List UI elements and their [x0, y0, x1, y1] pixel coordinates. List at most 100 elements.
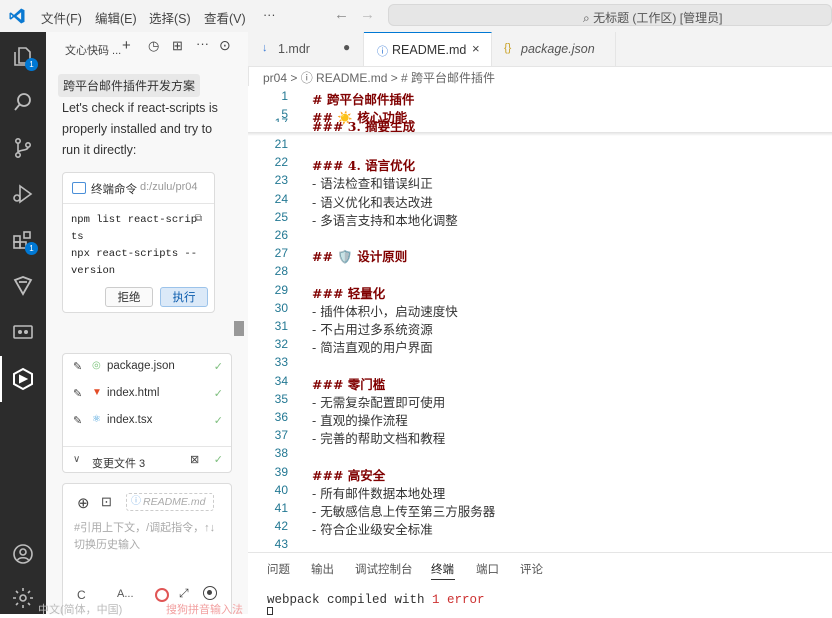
markdown-list-item[interactable]: - 插件体积小，启动速度快: [312, 301, 458, 320]
chat-sidebar: 文心快码 ... + ◷ ⊞ ··· ⊙ 跨平台邮件插件开发方案 Let's c…: [46, 32, 249, 614]
edit-pencil-icon: ✎: [73, 388, 83, 400]
model-selector[interactable]: A...: [117, 588, 134, 600]
markdown-list-item[interactable]: - 符合企业级安全标准: [312, 519, 433, 538]
tab-comments[interactable]: 评论: [520, 561, 543, 577]
extensions-badge: 1: [25, 242, 38, 255]
expand-icon[interactable]: ⤢: [179, 586, 189, 601]
markdown-list-item[interactable]: - 无敏感信息上传至第三方服务器: [312, 501, 495, 520]
markdown-list-item[interactable]: - 直观的操作流程: [312, 410, 408, 429]
close-icon[interactable]: ×: [472, 41, 480, 56]
tab-1-mdr[interactable]: ↓ 1.mdr ●: [248, 32, 364, 66]
markdown-list-item[interactable]: - 完善的帮助文档和教程: [312, 428, 445, 447]
chat-input-placeholder[interactable]: #引用上下文，/调起指令，↑↓切换历史输入: [74, 520, 224, 554]
markdown-list-item[interactable]: - 所有邮件数据本地处理: [312, 483, 445, 502]
unsaved-dot-icon[interactable]: ●: [343, 40, 350, 54]
run-button[interactable]: 执行: [160, 287, 208, 307]
markdown-heading[interactable]: ### 高安全: [312, 465, 385, 484]
terminal-output[interactable]: webpack compiled with 1 error: [267, 593, 485, 607]
line-number: 31: [274, 319, 288, 333]
changed-files-card: ✎ ◎ package.json ✓ ✎ ▼ index.html ✓ ✎ ⚛ …: [62, 353, 232, 473]
edit-pencil-icon: ✎: [73, 361, 83, 373]
line-number: 28: [274, 264, 288, 278]
file-row[interactable]: ✎ ▼ index.html ✓: [63, 381, 231, 408]
context-chip[interactable]: ⓘ README.md: [126, 493, 214, 511]
send-icon[interactable]: [203, 586, 217, 600]
reject-all-icon[interactable]: ⊠: [190, 453, 199, 466]
account-icon[interactable]: [0, 534, 46, 574]
more-icon[interactable]: ···: [196, 36, 209, 51]
image-icon[interactable]: ⊡: [101, 494, 112, 510]
user-icon[interactable]: ⊙: [219, 37, 231, 54]
tab-output[interactable]: 输出: [311, 561, 334, 577]
npm-icon: ◎: [92, 360, 101, 371]
markdown-heading[interactable]: ## 🛡️ 设计原则: [312, 246, 407, 265]
info-icon: ⓘ: [377, 46, 388, 58]
markdown-list-item[interactable]: - 简洁直观的用户界面: [312, 337, 433, 356]
copy-icon[interactable]: ⧉: [195, 213, 202, 224]
terminal-view-icon[interactable]: [0, 312, 46, 352]
line-number: 34: [274, 374, 288, 388]
markdown-list-item[interactable]: - 不占用过多系统资源: [312, 319, 433, 338]
line-number: 26: [274, 228, 288, 242]
mode-selector[interactable]: C: [77, 588, 86, 602]
line-number: 39: [274, 465, 288, 479]
menu-file[interactable]: 文件(F): [41, 8, 82, 27]
terminal-card-path: d:/zulu/pr04: [140, 181, 198, 193]
source-control-icon[interactable]: [0, 128, 46, 168]
tab-readme[interactable]: ⓘ README.md ×: [364, 32, 492, 66]
command-line: npx react-scripts --version: [71, 248, 198, 277]
command-center[interactable]: ⌕ 无标题 (工作区) [管理员]: [388, 4, 832, 26]
line-number: 33: [274, 355, 288, 369]
terminal-card-label: 终端命令: [91, 184, 137, 196]
ai-assistant-icon[interactable]: [0, 356, 46, 402]
breadcrumb[interactable]: pr04 > ⓘ README.md > # 跨平台邮件插件: [263, 69, 495, 86]
terminal-icon: [72, 182, 86, 194]
forward-arrow-icon[interactable]: →: [360, 6, 375, 23]
tab-ports[interactable]: 端口: [476, 561, 499, 577]
sticky-heading[interactable]: # 跨平台邮件插件: [312, 89, 414, 108]
accept-all-icon[interactable]: ✓: [214, 453, 223, 466]
back-arrow-icon[interactable]: ←: [334, 6, 349, 23]
markdown-list-item[interactable]: - 无需复杂配置即可使用: [312, 392, 445, 411]
line-number: 30: [274, 301, 288, 315]
chat-input-box[interactable]: ⊕ ⊡ ⓘ README.md #引用上下文，/调起指令，↑↓切换历史输入 C …: [62, 483, 232, 614]
file-name: package.json: [107, 360, 175, 372]
chevron-down-icon[interactable]: ∨: [73, 454, 80, 465]
menu-more[interactable]: ···: [263, 8, 276, 22]
line-number: 40: [274, 483, 288, 497]
search-icon: ⌕: [583, 11, 590, 25]
file-row[interactable]: ✎ ⚛ index.tsx ✓: [63, 408, 231, 435]
explorer-icon[interactable]: 1: [0, 36, 46, 76]
tab-debug-console[interactable]: 调试控制台: [355, 561, 413, 577]
markdown-heading[interactable]: ### 轻量化: [312, 283, 385, 302]
search-icon[interactable]: [0, 82, 46, 122]
tab-package-json[interactable]: {} package.json: [492, 32, 616, 66]
menu-selection[interactable]: 选择(S): [149, 8, 191, 27]
record-icon[interactable]: [155, 588, 169, 602]
extensions-icon[interactable]: 1: [0, 220, 46, 260]
add-context-icon[interactable]: ⊕: [77, 494, 90, 512]
sidebar-scrollbar[interactable]: [234, 321, 244, 336]
tab-problems[interactable]: 问题: [267, 561, 290, 577]
markdown-heading[interactable]: ### 零门槛: [312, 374, 385, 393]
markdown-list-item[interactable]: - 多语言支持和本地化调整: [312, 210, 458, 229]
markdown-heading[interactable]: ### 4. 语言优化: [312, 155, 415, 174]
changed-files-label: 变更文件 3: [92, 458, 146, 470]
remote-icon[interactable]: [0, 266, 46, 306]
info-icon: ⓘ: [131, 496, 141, 507]
file-row[interactable]: ✎ ◎ package.json ✓: [63, 354, 231, 381]
run-debug-icon[interactable]: [0, 174, 46, 214]
markdown-list-item[interactable]: - 语法检查和错误纠正: [312, 173, 433, 192]
layout-icon[interactable]: ⊞: [172, 38, 183, 54]
reject-button[interactable]: 拒绝: [105, 287, 153, 307]
changed-files-summary[interactable]: ∨ 变更文件 3 ⊠ ✓: [63, 446, 231, 475]
chat-title[interactable]: 跨平台邮件插件开发方案: [58, 74, 201, 97]
vscode-logo-icon[interactable]: [8, 7, 26, 25]
markdown-list-item[interactable]: - 语义优化和表达改进: [312, 192, 433, 211]
menu-edit[interactable]: 编辑(E): [95, 8, 137, 27]
menu-view[interactable]: 查看(V): [204, 8, 246, 27]
history-icon[interactable]: ◷: [148, 38, 159, 54]
code-editor[interactable]: 1 # 跨平台邮件插件 5 ## ☀️ 核心功能 17 ### 3. 摘要生成 21 22 ##…: [248, 86, 832, 552]
tab-terminal[interactable]: 终端: [431, 561, 454, 577]
new-chat-icon[interactable]: +: [122, 37, 131, 54]
